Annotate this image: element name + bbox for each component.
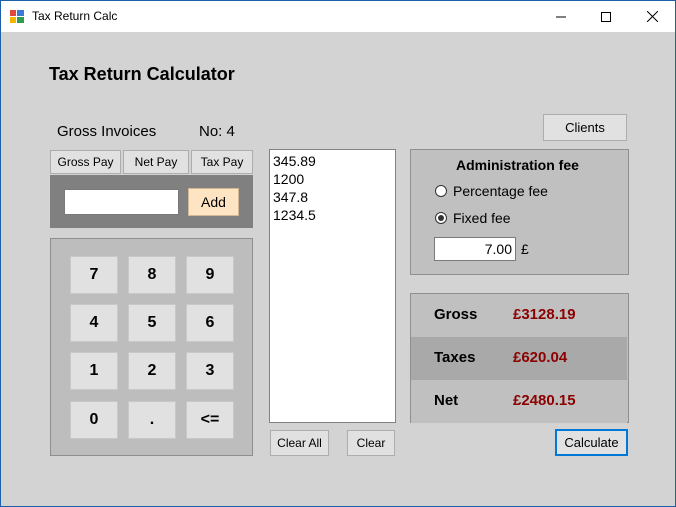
- invoice-list[interactable]: 345.89 1200 347.8 1234.5: [269, 149, 396, 423]
- admin-fee-title: Administration fee: [456, 157, 579, 173]
- maximize-icon: [601, 11, 611, 22]
- clear-button[interactable]: Clear: [347, 430, 395, 456]
- key-decimal[interactable]: .: [128, 401, 176, 439]
- admin-fee-group: Administration fee Percentage fee Fixed …: [410, 149, 629, 275]
- key-1[interactable]: 1: [70, 352, 118, 390]
- form-client-area: Tax Return Calculator Gross Invoices No:…: [1, 32, 675, 506]
- tab-tax-pay[interactable]: Tax Pay: [191, 150, 253, 174]
- invoice-count-label: No: 4: [199, 123, 235, 140]
- result-row-net: Net £2480.15: [411, 380, 627, 423]
- net-value: £2480.15: [513, 392, 576, 409]
- gross-value: £3128.19: [513, 306, 576, 323]
- results-panel: Gross £3128.19 Taxes £620.04 Net £2480.1…: [410, 293, 629, 423]
- key-4[interactable]: 4: [70, 304, 118, 342]
- key-7[interactable]: 7: [70, 256, 118, 294]
- list-item[interactable]: 345.89: [273, 152, 392, 170]
- key-6[interactable]: 6: [186, 304, 234, 342]
- result-row-gross: Gross £3128.19: [411, 294, 627, 337]
- amount-entry-panel: Add: [50, 175, 253, 228]
- app-icon: [10, 10, 24, 23]
- keypad-panel: 7 8 9 4 5 6 1 2 3 0 . <=: [50, 238, 253, 456]
- window-title: Tax Return Calc: [32, 9, 118, 23]
- amount-input[interactable]: [64, 189, 179, 215]
- minimize-icon: [556, 16, 566, 17]
- key-5[interactable]: 5: [128, 304, 176, 342]
- tab-net-pay[interactable]: Net Pay: [123, 150, 189, 174]
- calculate-button[interactable]: Calculate: [555, 429, 628, 456]
- percentage-fee-radio[interactable]: [435, 185, 447, 197]
- close-button[interactable]: [629, 1, 675, 32]
- clients-button[interactable]: Clients: [543, 114, 627, 141]
- fee-amount-input[interactable]: 7.00: [434, 237, 516, 261]
- title-bar[interactable]: Tax Return Calc: [1, 1, 675, 32]
- app-window: Tax Return Calc Tax Return Calculator Gr…: [0, 0, 676, 507]
- key-backspace[interactable]: <=: [186, 401, 234, 439]
- key-2[interactable]: 2: [128, 352, 176, 390]
- fixed-fee-radio[interactable]: [435, 212, 447, 224]
- clear-all-button[interactable]: Clear All: [270, 430, 329, 456]
- taxes-value: £620.04: [513, 349, 568, 366]
- key-8[interactable]: 8: [128, 256, 176, 294]
- gross-label: Gross: [434, 306, 478, 323]
- minimize-button[interactable]: [538, 1, 584, 32]
- fixed-fee-label[interactable]: Fixed fee: [453, 210, 511, 226]
- add-button[interactable]: Add: [188, 188, 239, 216]
- list-item[interactable]: 1234.5: [273, 206, 392, 224]
- close-icon: [646, 11, 658, 22]
- key-9[interactable]: 9: [186, 256, 234, 294]
- key-0[interactable]: 0: [70, 401, 118, 439]
- tab-gross-pay[interactable]: Gross Pay: [50, 150, 121, 174]
- result-row-taxes: Taxes £620.04: [411, 337, 627, 380]
- maximize-button[interactable]: [583, 1, 629, 32]
- currency-label: £: [521, 241, 529, 257]
- percentage-fee-label[interactable]: Percentage fee: [453, 183, 548, 199]
- net-label: Net: [434, 392, 459, 409]
- list-item[interactable]: 1200: [273, 170, 392, 188]
- key-3[interactable]: 3: [186, 352, 234, 390]
- list-item[interactable]: 347.8: [273, 188, 392, 206]
- gross-invoices-label: Gross Invoices: [57, 123, 157, 140]
- page-title: Tax Return Calculator: [49, 64, 235, 84]
- taxes-label: Taxes: [434, 349, 476, 366]
